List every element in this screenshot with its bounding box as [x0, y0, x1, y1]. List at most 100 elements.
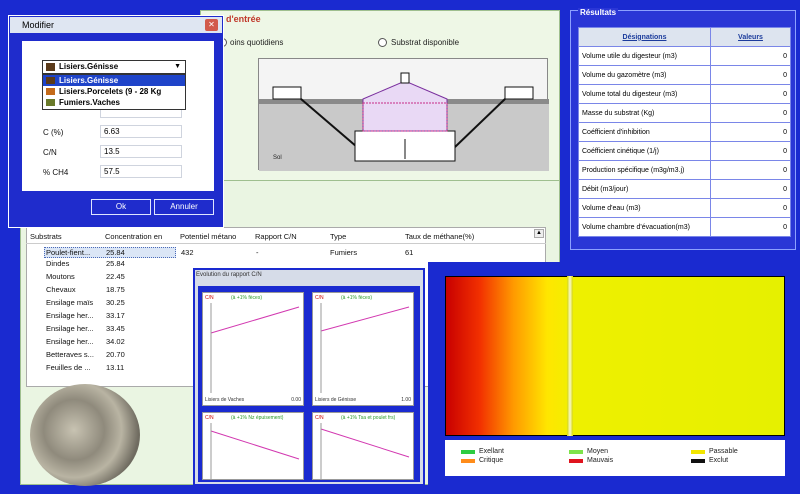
row-label: Débit (m3/jour) [578, 179, 711, 199]
row-value: 0 [710, 179, 791, 199]
quality-legend: Exellant Moyen Passable Critique Mauvais… [445, 440, 785, 476]
table-row: Production spécifique (m3g/m3.j) 0 [578, 160, 791, 180]
header-ratio[interactable]: Rapport C/N [255, 232, 297, 241]
table-row: Volume total du digesteur (m3) 0 [578, 84, 791, 104]
graph-line-1 [210, 303, 300, 393]
row-label: Volume du gazomètre (m3) [578, 65, 711, 85]
item-name: Moutons [46, 272, 75, 281]
item-conc: 18.75 [106, 285, 125, 294]
selected-substrate-methane: 61 [405, 248, 414, 257]
table-row: Volume d'eau (m3) 0 [578, 198, 791, 218]
table-row: Masse du substrat (Kg) 0 [578, 103, 791, 123]
legend-swatch [691, 450, 705, 454]
field-label-ch4: % CH4 [43, 168, 69, 177]
radio-daily-needs-label: oins quotidiens [230, 38, 284, 47]
row-label: Coéfficient d'inhibition [578, 122, 711, 142]
option-label: Fumiers.Vaches [59, 98, 120, 107]
item-conc: 30.25 [106, 298, 125, 307]
chevron-down-icon[interactable]: ▼ [174, 61, 181, 73]
results-table: Désignations Valeurs Volume utile du dig… [578, 27, 791, 237]
row-label: Production spécifique (m3g/m3.j) [578, 160, 711, 180]
dialog-titlebar[interactable]: Modifier [10, 17, 222, 33]
heatmap-marker [567, 276, 573, 436]
header-concentration[interactable]: Concentration en [105, 232, 162, 241]
option-label: Lisiers.Porcelets (9 - 28 Kg [59, 87, 162, 96]
dropdown-option[interactable]: Lisiers.Génisse [43, 75, 185, 86]
legend-label: Critique [479, 457, 504, 464]
item-conc: 20.70 [106, 350, 125, 359]
cancel-button[interactable]: Annuler [154, 199, 214, 215]
dialog-title: Modifier [22, 20, 55, 30]
manure-icon [46, 99, 55, 106]
radio-available-substrate[interactable] [378, 38, 387, 47]
selected-substrate-type: Fumiers [330, 248, 358, 257]
item-conc: 25.84 [106, 259, 125, 268]
header-divider [26, 243, 546, 244]
item-conc: 33.17 [106, 311, 125, 320]
radio-available-substrate-label: Substrat disponible [391, 38, 460, 47]
dropdown-option[interactable]: Lisiers.Porcelets (9 - 28 Kg [43, 86, 185, 97]
table-row: Volume utile du digesteur (m3) 0 [578, 46, 791, 66]
graph-foot-value: 0.00 [291, 397, 301, 403]
selected-substrate-ratio: - [256, 248, 259, 257]
graph-foot-label: Lisiers de Vaches [205, 397, 245, 403]
row-label: Volume chambre d'évacuation(m3) [578, 217, 711, 237]
graph-panel-1: C/N (à +1% fèces) Lisiers de Vaches 0.00 [202, 292, 304, 406]
header-substrats[interactable]: Substrats [30, 232, 62, 241]
ok-button[interactable]: Ok [91, 199, 151, 215]
graph-panel-2: C/N (à +1% fèces) Lisiers de Génisse 1.0… [312, 292, 414, 406]
input-panel-title: d'entrée [226, 14, 261, 24]
legend-label: Exclut [709, 457, 729, 464]
header-methane[interactable]: Taux de méthane(%) [405, 232, 474, 241]
scroll-up-icon[interactable]: ▲ [534, 229, 544, 238]
row-value: 0 [710, 84, 791, 104]
row-value: 0 [710, 46, 791, 66]
row-value: 0 [710, 103, 791, 123]
selected-substrate-name[interactable]: Poulet-fient... [46, 248, 90, 257]
substrate-photo [30, 384, 140, 486]
item-name: Ensilage her... [46, 311, 94, 320]
dropdown-option[interactable]: Fumiers.Vaches [43, 97, 185, 108]
item-name: Ensilage her... [46, 324, 94, 333]
selected-substrate-potential: 432 [181, 248, 194, 257]
legend-swatch [461, 450, 475, 454]
substrate-dropdown[interactable]: Lisiers.Génisse ▼ [42, 60, 186, 74]
header-type[interactable]: Type [330, 232, 346, 241]
header-potential[interactable]: Potentiel métano [180, 232, 236, 241]
legend-label: Passable [709, 448, 738, 455]
table-row: Volume chambre d'évacuation(m3) 0 [578, 217, 791, 237]
item-conc: 13.11 [106, 363, 125, 372]
digester-schematic: Sol [259, 72, 549, 171]
table-row: Débit (m3/jour) 0 [578, 179, 791, 199]
quality-heatmap [445, 276, 785, 436]
manure-icon [46, 63, 55, 71]
field-c-input[interactable]: 6.63 [100, 125, 182, 138]
row-value: 0 [710, 122, 791, 142]
graph-foot-label: Lisiers de Génisse [315, 397, 357, 403]
item-conc: 33.45 [106, 324, 125, 333]
item-conc: 34.02 [106, 337, 125, 346]
selected-substrate-conc: 25.84 [106, 248, 125, 257]
item-conc: 22.45 [106, 272, 125, 281]
field-ch4-input[interactable]: 57.5 [100, 165, 182, 178]
dropdown-value: Lisiers.Génisse [59, 62, 119, 71]
item-name: Ensilage her... [46, 337, 94, 346]
row-value: 0 [710, 198, 791, 218]
graph-panel-3: C/N (à +1% Nz épuisement) [202, 412, 304, 480]
row-value: 0 [710, 217, 791, 237]
legend-swatch [691, 459, 705, 463]
manure-icon [46, 77, 55, 84]
graph-window-title: Evolution du rapport C/N [196, 272, 262, 278]
option-label: Lisiers.Génisse [59, 76, 119, 85]
item-name: Betteraves s... [46, 350, 94, 359]
field-cn-input[interactable]: 13.5 [100, 145, 182, 158]
row-value: 0 [710, 65, 791, 85]
row-value: 0 [710, 141, 791, 161]
close-icon[interactable]: ✕ [205, 19, 218, 31]
col-designation: Désignations [578, 27, 711, 47]
row-label: Coéfficient cinétique (1/j) [578, 141, 711, 161]
item-name: Feuilles de ... [46, 363, 91, 372]
col-values: Valeurs [710, 27, 791, 47]
row-value: 0 [710, 160, 791, 180]
field-label-cn: C/N [43, 148, 57, 157]
